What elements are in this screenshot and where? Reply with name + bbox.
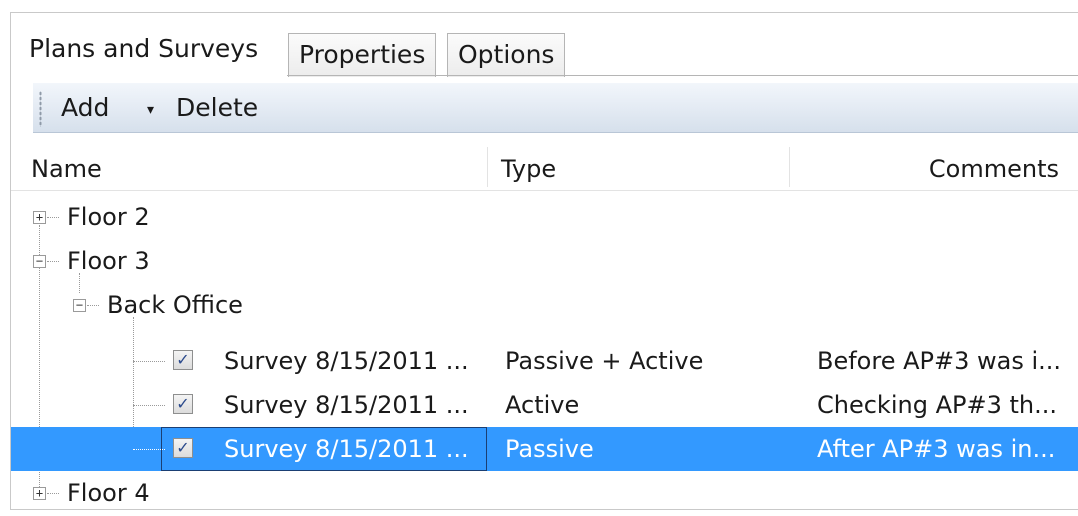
collapse-icon[interactable]: −: [73, 299, 86, 312]
tree-connector: [47, 493, 59, 494]
tree-item-floor-3[interactable]: − Floor 3: [11, 239, 1078, 283]
column-divider[interactable]: [487, 147, 488, 187]
tab-strip: Plans and Surveys Properties Options: [11, 13, 1078, 77]
column-header-name[interactable]: Name: [31, 143, 102, 191]
survey-checkbox[interactable]: ✓: [173, 438, 193, 458]
tab-options[interactable]: Options: [447, 33, 566, 77]
chevron-down-icon[interactable]: ▾: [147, 85, 154, 135]
tree-connector: [47, 217, 59, 218]
survey-comments: After AP#3 was in...: [817, 435, 1056, 463]
tree-item-floor-4[interactable]: + Floor 4: [11, 471, 1078, 515]
survey-type: Passive: [505, 435, 594, 463]
tree-item-back-office[interactable]: − Back Office: [11, 283, 1078, 327]
tree-item-survey[interactable]: ✓ Survey 8/15/2011 ... Passive + Active …: [11, 339, 1078, 383]
tree-item-label: Back Office: [107, 291, 243, 319]
tab-divider: [287, 75, 1078, 76]
survey-comments: Checking AP#3 th...: [817, 391, 1057, 419]
tree-item-floor-2[interactable]: + Floor 2: [11, 195, 1078, 239]
survey-type: Passive + Active: [505, 347, 704, 375]
column-header: Name Type Comments: [11, 143, 1078, 191]
delete-button[interactable]: Delete: [176, 83, 258, 133]
survey-name: Survey 8/15/2011 ...: [224, 347, 469, 375]
survey-type: Active: [505, 391, 580, 419]
column-header-comments[interactable]: Comments: [929, 143, 1059, 191]
survey-comments: Before AP#3 was i...: [817, 347, 1062, 375]
tree-connector: [87, 305, 99, 306]
tree-item-label: Floor 4: [67, 479, 150, 507]
expand-icon[interactable]: +: [33, 211, 46, 224]
collapse-icon[interactable]: −: [33, 255, 46, 268]
toolbar-grip-icon[interactable]: [39, 91, 42, 127]
tree-connector: [133, 361, 165, 362]
tab-plans-and-surveys[interactable]: Plans and Surveys: [19, 27, 269, 77]
tree-connector: [47, 261, 59, 262]
tab-properties[interactable]: Properties: [288, 33, 437, 77]
survey-checkbox[interactable]: ✓: [173, 394, 193, 414]
tree-item-survey[interactable]: ✓ Survey 8/15/2011 ... Active Checking A…: [11, 383, 1078, 427]
tree-item-survey-selected[interactable]: ✓ Survey 8/15/2011 ... Passive After AP#…: [11, 427, 1078, 471]
tree-connector: [133, 405, 165, 406]
survey-name: Survey 8/15/2011 ...: [224, 435, 469, 463]
plans-panel: Plans and Surveys Properties Options Add…: [10, 12, 1078, 510]
column-header-type[interactable]: Type: [501, 143, 556, 191]
survey-name: Survey 8/15/2011 ...: [224, 391, 469, 419]
expand-icon[interactable]: +: [33, 487, 46, 500]
toolbar: Add ▾ Delete: [33, 83, 1078, 133]
plans-tree: + Floor 2 − Floor 3 − Back Office ✓ Surv…: [11, 193, 1078, 507]
add-button[interactable]: Add: [61, 83, 109, 133]
tree-item-label: Floor 2: [67, 203, 150, 231]
survey-checkbox[interactable]: ✓: [173, 350, 193, 370]
column-divider[interactable]: [789, 147, 790, 187]
